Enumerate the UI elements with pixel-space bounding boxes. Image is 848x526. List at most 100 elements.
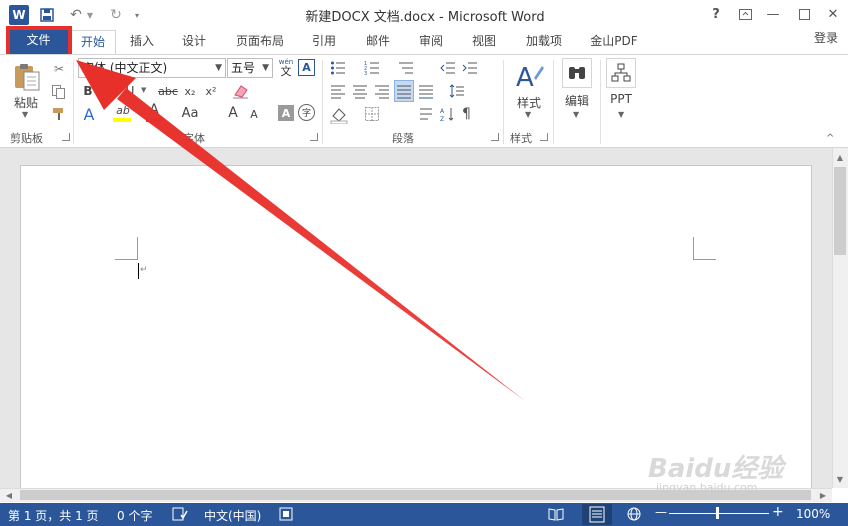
phonetic-guide-icon[interactable]: wén 文: [278, 57, 294, 79]
change-case-button[interactable]: Aa: [180, 104, 200, 122]
tab-references[interactable]: 引用: [304, 30, 344, 54]
text-effects-button[interactable]: A: [80, 104, 98, 124]
styles-icon[interactable]: A: [514, 60, 544, 93]
italic-button[interactable]: I: [101, 82, 117, 100]
decrease-indent-icon[interactable]: [440, 60, 456, 76]
find-binoculars-icon[interactable]: [562, 58, 592, 88]
line-spacing-icon[interactable]: [449, 83, 465, 99]
scroll-left-icon[interactable]: ◀: [3, 489, 15, 501]
customize-qat-icon[interactable]: ▾: [131, 5, 143, 25]
underline-button[interactable]: U: [122, 82, 138, 100]
font-name-combo[interactable]: 宋体 (中文正文) ▼: [78, 58, 226, 78]
undo-icon[interactable]: ↶: [66, 5, 86, 25]
redo-icon[interactable]: ↻: [106, 5, 126, 25]
tab-home[interactable]: 开始: [70, 30, 116, 55]
distributed-icon[interactable]: [418, 83, 434, 99]
grow-font-button[interactable]: A: [225, 104, 241, 122]
tab-review[interactable]: 审阅: [411, 30, 451, 54]
subscript-button[interactable]: x₂: [181, 82, 199, 100]
bullets-icon[interactable]: [330, 60, 346, 76]
word-count-status[interactable]: 0 个字: [117, 507, 152, 524]
ribbon-display-options-icon[interactable]: [732, 4, 758, 24]
print-layout-icon[interactable]: [582, 504, 612, 525]
clear-formatting-icon[interactable]: [232, 83, 250, 99]
tab-kingsoft-pdf[interactable]: 金山PDF: [584, 30, 644, 54]
strikethrough-button[interactable]: abc: [155, 82, 181, 100]
styles-launcher-icon[interactable]: [540, 133, 548, 141]
styles-button-label[interactable]: 样式: [510, 94, 548, 111]
zoom-slider-thumb[interactable]: [716, 507, 719, 519]
vertical-scroll-thumb[interactable]: [834, 167, 846, 255]
close-button[interactable]: ✕: [820, 4, 846, 24]
superscript-button[interactable]: x²: [202, 82, 220, 100]
underline-dropdown-icon[interactable]: ▼: [141, 86, 146, 94]
zoom-level[interactable]: 100%: [796, 507, 830, 521]
baidu-watermark-url: jingyan.baidu.com: [656, 481, 758, 494]
enclose-characters-button[interactable]: 字: [298, 104, 315, 121]
char-shading-button[interactable]: A: [278, 105, 294, 121]
tab-view[interactable]: 视图: [464, 30, 504, 54]
show-marks-icon[interactable]: ¶: [462, 106, 478, 122]
char-border-icon[interactable]: A: [298, 59, 315, 76]
sign-in-link[interactable]: 登录: [814, 27, 848, 51]
web-layout-icon[interactable]: [626, 507, 642, 521]
paste-button-label[interactable]: 粘贴: [8, 94, 44, 111]
cut-icon[interactable]: ✂: [50, 60, 68, 78]
bold-button[interactable]: B: [80, 82, 96, 100]
help-button[interactable]: ?: [703, 4, 729, 24]
language-status[interactable]: 中文(中国): [204, 507, 261, 524]
scroll-up-icon[interactable]: ▲: [833, 150, 847, 164]
scroll-right-icon[interactable]: ▶: [817, 489, 829, 501]
editing-button-label[interactable]: 编辑: [558, 92, 596, 109]
maximize-button[interactable]: [791, 4, 817, 24]
collapse-ribbon-icon[interactable]: ^: [826, 133, 834, 144]
font-size-combo[interactable]: 五号 ▼: [227, 58, 273, 78]
tab-page-layout[interactable]: 页面布局: [228, 30, 292, 54]
paste-dropdown-icon[interactable]: ▼: [22, 110, 28, 119]
shading-icon[interactable]: [330, 106, 348, 125]
undo-dropdown-icon[interactable]: ▼: [84, 5, 96, 25]
ppt-dropdown-icon[interactable]: ▼: [618, 110, 624, 119]
format-painter-icon[interactable]: [51, 106, 67, 122]
justify-icon[interactable]: [394, 80, 414, 102]
paste-icon[interactable]: [12, 62, 42, 92]
tab-addins[interactable]: 加载项: [516, 30, 572, 54]
minimize-button[interactable]: —: [760, 4, 786, 24]
align-left-icon[interactable]: [330, 83, 346, 99]
sort-icon[interactable]: AZ: [440, 106, 456, 123]
word-app-icon[interactable]: W: [9, 5, 29, 25]
paragraph-launcher-icon[interactable]: [491, 133, 499, 141]
copy-icon[interactable]: [51, 84, 67, 100]
font-color-button[interactable]: A: [146, 102, 162, 118]
editing-dropdown-icon[interactable]: ▼: [573, 110, 579, 119]
styles-dropdown-icon[interactable]: ▼: [525, 110, 531, 119]
zoom-in-button[interactable]: +: [772, 504, 784, 520]
svg-text:A: A: [440, 108, 445, 115]
page-count-status[interactable]: 第 1 页，共 1 页: [8, 507, 99, 524]
font-launcher-icon[interactable]: [310, 133, 318, 141]
ppt-button-label[interactable]: PPT: [602, 92, 640, 106]
zoom-slider-track[interactable]: [669, 513, 769, 514]
save-icon[interactable]: [37, 5, 57, 25]
highlight-button[interactable]: ab: [113, 102, 133, 118]
increase-indent-icon[interactable]: [462, 60, 478, 76]
clipboard-launcher-icon[interactable]: [62, 133, 70, 141]
macro-record-icon[interactable]: [279, 507, 293, 521]
read-mode-icon[interactable]: [548, 507, 564, 521]
numbering-icon[interactable]: 123: [364, 60, 380, 77]
ppt-org-chart-icon[interactable]: [606, 58, 636, 88]
shrink-font-button[interactable]: A: [247, 106, 261, 122]
proofing-icon[interactable]: [172, 507, 188, 521]
align-center-icon[interactable]: [352, 83, 368, 99]
chinese-layout-icon[interactable]: [418, 106, 434, 122]
zoom-out-button[interactable]: —: [655, 505, 667, 519]
font-size-value: 五号: [231, 61, 256, 75]
multilevel-list-icon[interactable]: [398, 60, 414, 76]
align-right-icon[interactable]: [374, 83, 390, 99]
scroll-down-icon[interactable]: ▼: [833, 472, 847, 486]
tab-mailings[interactable]: 邮件: [358, 30, 398, 54]
borders-icon[interactable]: [364, 106, 380, 122]
tab-insert[interactable]: 插入: [122, 30, 162, 54]
document-page[interactable]: [20, 165, 812, 488]
tab-design[interactable]: 设计: [174, 30, 214, 54]
